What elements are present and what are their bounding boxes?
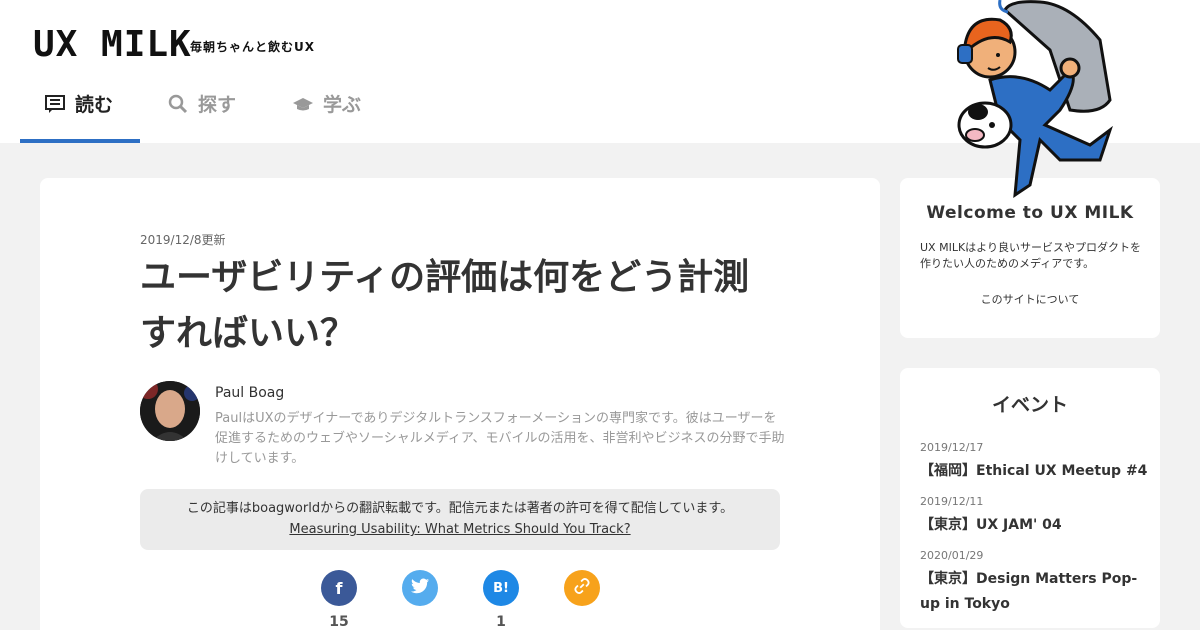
welcome-text: UX MILKはより良いサービスやプロダクトを作りたい人のためのメディアです。 (920, 241, 1141, 270)
nav-learn-label: 学ぶ (323, 94, 362, 116)
nav-read-label: 読む (75, 94, 114, 116)
nav-search-tab[interactable]: 探す (168, 90, 236, 143)
hatena-icon: B! (493, 580, 509, 596)
search-icon (168, 94, 188, 114)
site-logo[interactable]: UX MILK (33, 26, 192, 64)
reading-icon (45, 94, 65, 114)
event-item[interactable]: 2019/12/17 【福岡】Ethical UX Meetup #4 (920, 441, 1150, 484)
site-tagline: 毎朝ちゃんと飲むUX (190, 40, 315, 54)
author-bio: PaulはUXのデザイナーでありデジタルトランスフォーメーションの専門家です。彼… (215, 411, 785, 466)
event-date: 2020/01/29 (920, 549, 984, 562)
nav-read-tab[interactable]: 読む (20, 90, 140, 143)
mascot-illustration (950, 0, 1125, 200)
twitter-icon (411, 578, 429, 598)
facebook-share-count: 15 (329, 614, 349, 630)
event-name: 【東京】Design Matters Pop-up in Tokyo (920, 571, 1138, 612)
facebook-share-button[interactable]: f (321, 570, 357, 606)
author-name[interactable]: Paul Boag (215, 385, 284, 401)
article-card: 2019/12/8更新 ユーザビリティの評価は何をどう計測すればいい？ Paul… (40, 178, 880, 630)
updated-date: 2019/12/8更新 (140, 233, 226, 247)
hatena-bookmark-count: 1 (496, 614, 506, 630)
event-item[interactable]: 2020/01/29 【東京】Design Matters Pop-up in … (920, 549, 1150, 617)
graduation-cap-icon (293, 94, 313, 114)
copy-link-button[interactable] (564, 570, 600, 606)
event-name: 【福岡】Ethical UX Meetup #4 (920, 463, 1148, 479)
nav-search-label: 探す (198, 94, 237, 116)
notice-text: この記事はboagworldからの翻訳転載です。配信元または著者の許可を得て配信… (186, 501, 734, 516)
event-item[interactable]: 2019/12/11 【東京】UX JAM' 04 (920, 495, 1150, 538)
nav-learn-tab[interactable]: 学ぶ (293, 90, 361, 143)
source-article-link[interactable]: Measuring Usability: What Metrics Should… (289, 522, 630, 537)
welcome-card: Welcome to UX MILK UX MILKはより良いサービスやプロダク… (900, 178, 1160, 338)
event-date: 2019/12/17 (920, 441, 984, 454)
author-avatar[interactable] (140, 381, 200, 441)
events-title: イベント (991, 394, 1068, 416)
events-card: イベント 2019/12/17 【福岡】Ethical UX Meetup #4… (900, 368, 1160, 628)
welcome-title: Welcome to UX MILK (926, 203, 1134, 223)
event-date: 2019/12/11 (920, 495, 984, 508)
hatena-bookmark-button[interactable]: B! (483, 570, 519, 606)
translation-notice: この記事はboagworldからの翻訳転載です。配信元または著者の許可を得て配信… (140, 489, 780, 550)
article-title: ユーザビリティの評価は何をどう計測すればいい？ (140, 257, 750, 354)
about-site-link[interactable]: このサイトについて (900, 291, 1160, 307)
link-icon (573, 577, 591, 599)
facebook-icon: f (335, 578, 343, 598)
event-name: 【東京】UX JAM' 04 (920, 517, 1062, 533)
twitter-share-button[interactable] (402, 570, 438, 606)
